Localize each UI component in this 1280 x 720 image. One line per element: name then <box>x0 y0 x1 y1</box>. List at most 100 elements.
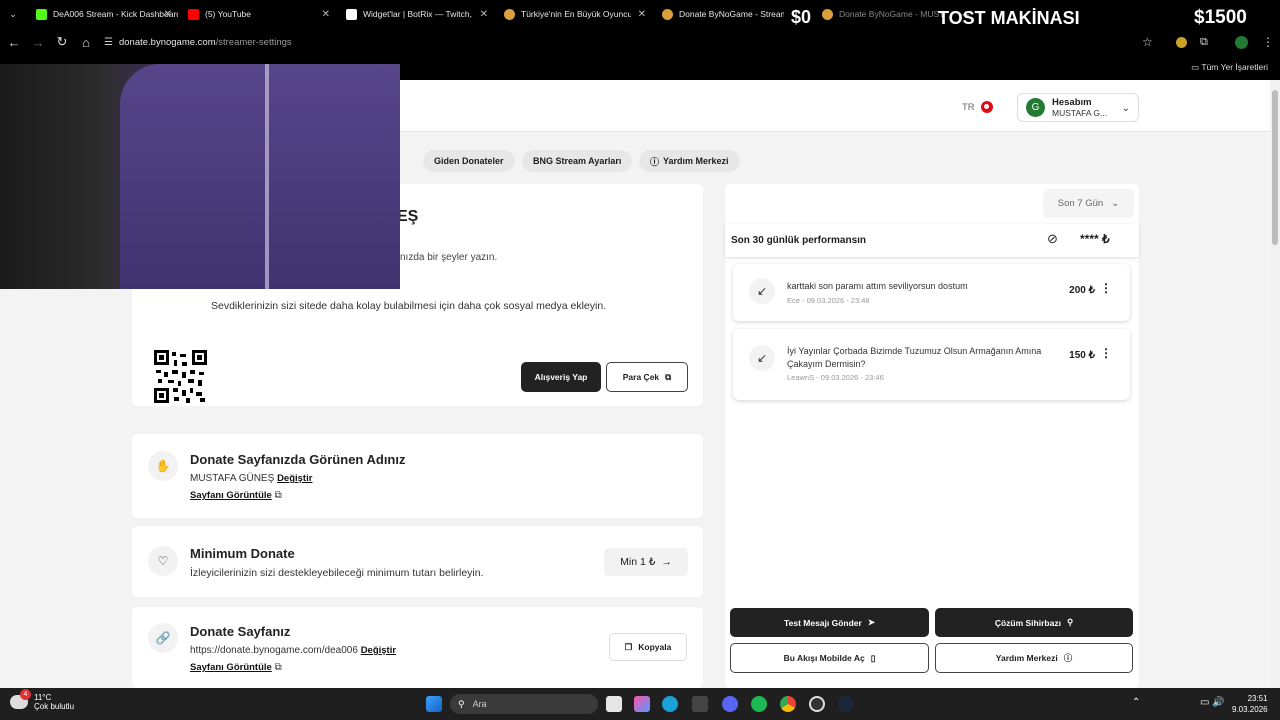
spotify-icon[interactable] <box>751 696 767 712</box>
close-icon[interactable]: ✕ <box>480 9 488 20</box>
wizard-label: Çözüm Sihirbazı <box>994 617 1061 628</box>
chrome-icon[interactable] <box>780 696 796 712</box>
withdraw-button[interactable]: Para Çek ⧉ <box>606 362 688 392</box>
lira-icon: ₺ <box>1102 232 1110 246</box>
taskbar-search[interactable]: ⚲ Ara <box>450 694 598 714</box>
tab-botrix[interactable]: Widget'lar | BotRix — Twitch, Ki ✕ <box>336 0 494 28</box>
shop-button[interactable]: Alışveriş Yap <box>521 362 601 392</box>
close-icon[interactable]: ✕ <box>164 9 172 20</box>
folder-icon: ▭ <box>1191 62 1202 72</box>
windows-start-icon[interactable] <box>426 696 442 712</box>
file-explorer-icon[interactable] <box>606 696 622 712</box>
back-icon[interactable]: ← <box>2 35 26 50</box>
chevron-down-icon: ⌄ <box>1111 198 1120 209</box>
change-url-link[interactable]: Değiştir <box>361 645 396 656</box>
copy-button[interactable]: ❐ Kopyala <box>609 633 687 661</box>
obs-icon[interactable] <box>809 696 825 712</box>
tab-title: Donate ByNoGame - MUSTAFA <box>839 9 944 19</box>
nav-item-outgoing[interactable]: Giden Donateler <box>423 150 515 172</box>
profile-name: EŞ <box>397 208 419 225</box>
bookmark-star-icon[interactable]: ☆ <box>1142 35 1153 49</box>
avatar: G <box>1026 98 1045 117</box>
bynogame-icon <box>504 8 515 20</box>
period-select[interactable]: Son 7 Gün ⌄ <box>1043 189 1134 218</box>
view-page-link[interactable]: Sayfanı Görüntüle <box>190 490 272 501</box>
forward-icon[interactable]: → <box>26 35 50 50</box>
account-menu[interactable]: G Hesabım MUSTAFA G... ⌄ <box>1017 93 1139 122</box>
qr-code <box>154 350 207 403</box>
tab-title: Donate ByNoGame - Streamer <box>679 9 784 19</box>
all-bookmarks[interactable]: ▭ Tüm Yer İşaretleri <box>1191 62 1268 73</box>
volume-icon[interactable]: 🔊 <box>1212 697 1224 708</box>
edge-icon[interactable] <box>662 696 678 712</box>
help-circle-icon: ⓘ <box>1063 653 1073 663</box>
donate-page-card: 🔗 Donate Sayfanız https://donate.bynogam… <box>132 607 703 688</box>
weather-temp: 11°C <box>34 693 52 702</box>
help-center-button[interactable]: Yardım Merkezi ⓘ <box>935 643 1133 673</box>
kick-icon <box>36 8 47 20</box>
tab-title: (5) YouTube <box>205 9 251 19</box>
donation-meta: LeawnS - 09.03.2026 - 23:46 <box>787 373 884 382</box>
turkey-flag-icon <box>980 101 993 113</box>
mobile-label: Bu Akışı Mobilde Aç <box>783 653 865 663</box>
display-name-row: MUSTAFA GÜNEŞ Değiştir <box>190 473 312 484</box>
solution-wizard-button[interactable]: Çözüm Sihirbazı ⚲ <box>935 608 1133 637</box>
steam-icon[interactable] <box>838 696 854 712</box>
view-donate-page-link[interactable]: Sayfanı Görüntüle <box>190 662 272 673</box>
tab-donate-streamer[interactable]: Donate ByNoGame - Streamer <box>652 0 812 28</box>
donation-date: 09.03.2026 - 23:48 <box>806 296 870 305</box>
more-options-icon[interactable]: ⋮ <box>1100 346 1112 360</box>
tab-bynogame-home[interactable]: Türkiye'nin En Büyük Oyuncu D ✕ <box>494 0 652 28</box>
windows-taskbar: 4 11°C Çok bulutlu ⚲ Ara ⌃ ▭ 🔊 23:51 9.03… <box>0 688 1280 720</box>
eye-off-icon[interactable]: ⊘ <box>1047 231 1058 247</box>
arrow-down-left-icon: ↙ <box>749 345 775 371</box>
site-info-icon[interactable]: ☰ <box>104 37 113 48</box>
account-name: MUSTAFA G... <box>1052 108 1108 118</box>
weather-widget[interactable]: 4 11°C Çok bulutlu <box>10 689 74 711</box>
clock[interactable]: 23:51 9.03.2026 <box>1232 693 1268 715</box>
store-icon[interactable] <box>692 696 708 712</box>
hidden-amount: **** ₺ <box>1080 232 1110 246</box>
tab-youtube[interactable]: (5) YouTube ✕ <box>178 0 336 28</box>
donate-url: https://donate.bynogame.com/dea006 <box>190 645 358 656</box>
external-link-icon: ⧉ <box>274 490 282 501</box>
menu-dots-icon[interactable]: ⋮ <box>1262 35 1274 49</box>
donation-amount: 150 ₺ <box>1069 350 1095 361</box>
page-scrollbar[interactable] <box>1270 80 1280 688</box>
extension-icon[interactable] <box>1176 36 1187 48</box>
test-message-button[interactable]: Test Mesajı Gönder ➤ <box>730 608 929 637</box>
puzzle-icon[interactable]: ⧉ <box>1200 36 1208 49</box>
search-placeholder: Ara <box>472 699 487 709</box>
discord-icon[interactable] <box>722 696 738 712</box>
search-icon: ⚲ <box>458 698 465 709</box>
more-options-icon[interactable]: ⋮ <box>1100 281 1112 295</box>
hand-coin-icon: ✋ <box>148 451 178 481</box>
url-field[interactable]: donate.bynogame.com/streamer-settings <box>119 37 292 48</box>
minimum-value-button[interactable]: Min 1 ₺ → <box>604 548 688 576</box>
donate-view-row: Sayfanı Görüntüle ⧉ <box>190 662 282 673</box>
home-icon[interactable]: ⌂ <box>74 35 98 50</box>
network-icon[interactable]: ▭ <box>1200 697 1209 708</box>
tray-chevron-icon[interactable]: ⌃ <box>1132 697 1140 708</box>
donate-url-row: https://donate.bynogame.com/dea006 Değiş… <box>190 645 396 656</box>
change-name-link[interactable]: Değiştir <box>277 473 312 484</box>
webcam-person <box>120 64 400 289</box>
profile-icon[interactable] <box>1235 35 1248 49</box>
open-mobile-button[interactable]: Bu Akışı Mobilde Aç ▯ <box>730 643 929 673</box>
language-selector[interactable]: TR <box>962 101 993 113</box>
close-icon[interactable]: ✕ <box>638 9 646 20</box>
minimum-value: Min 1 ₺ <box>620 556 656 568</box>
hidden-value: **** <box>1080 232 1099 246</box>
lang-code: TR <box>962 101 975 113</box>
nav-item-help[interactable]: ⓘ Yardım Merkezi <box>639 150 740 172</box>
scrollbar-thumb[interactable] <box>1272 90 1278 245</box>
tab-list-chevron-icon[interactable]: ⌄ <box>0 9 26 20</box>
nav-item-stream-settings[interactable]: BNG Stream Ayarları <box>522 150 633 172</box>
tab-kick[interactable]: DeA006 Stream - Kick Dashboard ✕ <box>26 0 178 28</box>
overlay-left-amount: $0 <box>791 7 812 27</box>
donation-message: İyi Yayınlar Çorbada Bizimde Tuzumuz Ols… <box>787 346 1042 369</box>
reload-icon[interactable]: ↻ <box>50 34 74 50</box>
donation-user: LeawnS <box>787 373 815 382</box>
close-icon[interactable]: ✕ <box>322 9 330 20</box>
copilot-icon[interactable] <box>634 696 650 712</box>
